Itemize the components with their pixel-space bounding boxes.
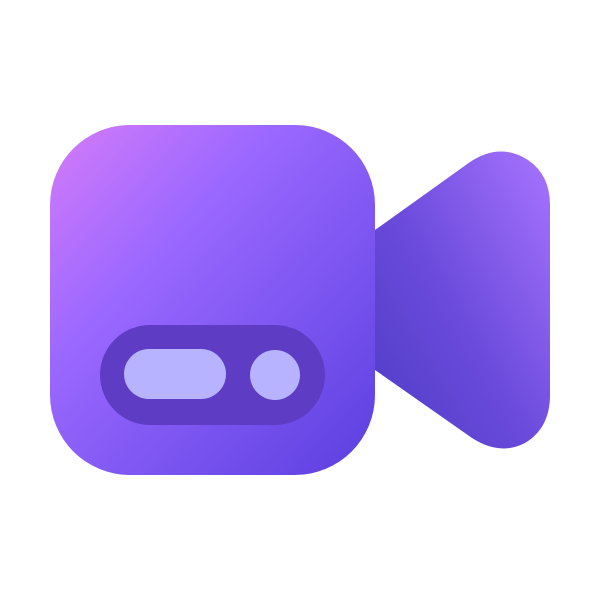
video-camera-icon xyxy=(50,125,550,475)
control-pill xyxy=(124,349,226,399)
icon-canvas xyxy=(0,0,600,600)
camera-lens-shape xyxy=(375,151,550,449)
control-dot xyxy=(250,350,300,400)
